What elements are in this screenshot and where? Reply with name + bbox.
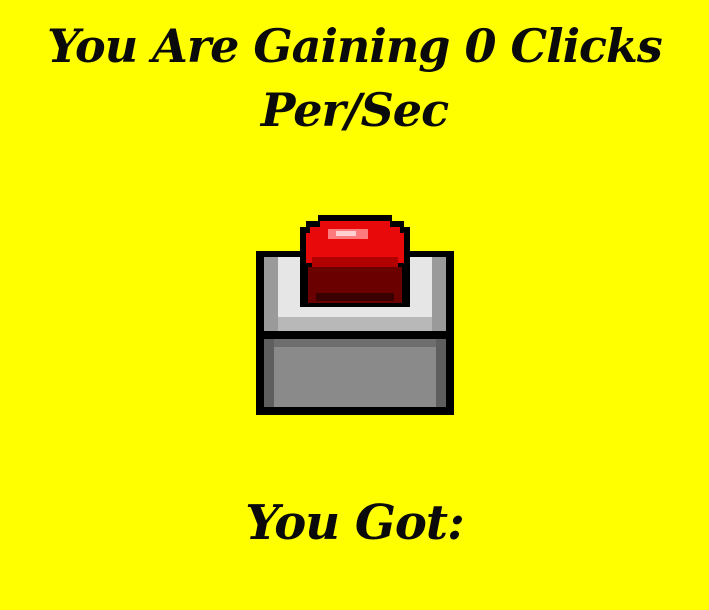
rate-line-1: You Are Gaining 0 Clicks — [47, 19, 663, 73]
rate-line-2: Per/Sec — [260, 83, 449, 137]
red-push-button-icon — [256, 215, 454, 415]
clicks-per-second-text: You Are Gaining 0 Clicks Per/Sec — [0, 14, 709, 142]
score-label: You Got: — [245, 495, 465, 551]
click-button[interactable] — [256, 213, 454, 415]
